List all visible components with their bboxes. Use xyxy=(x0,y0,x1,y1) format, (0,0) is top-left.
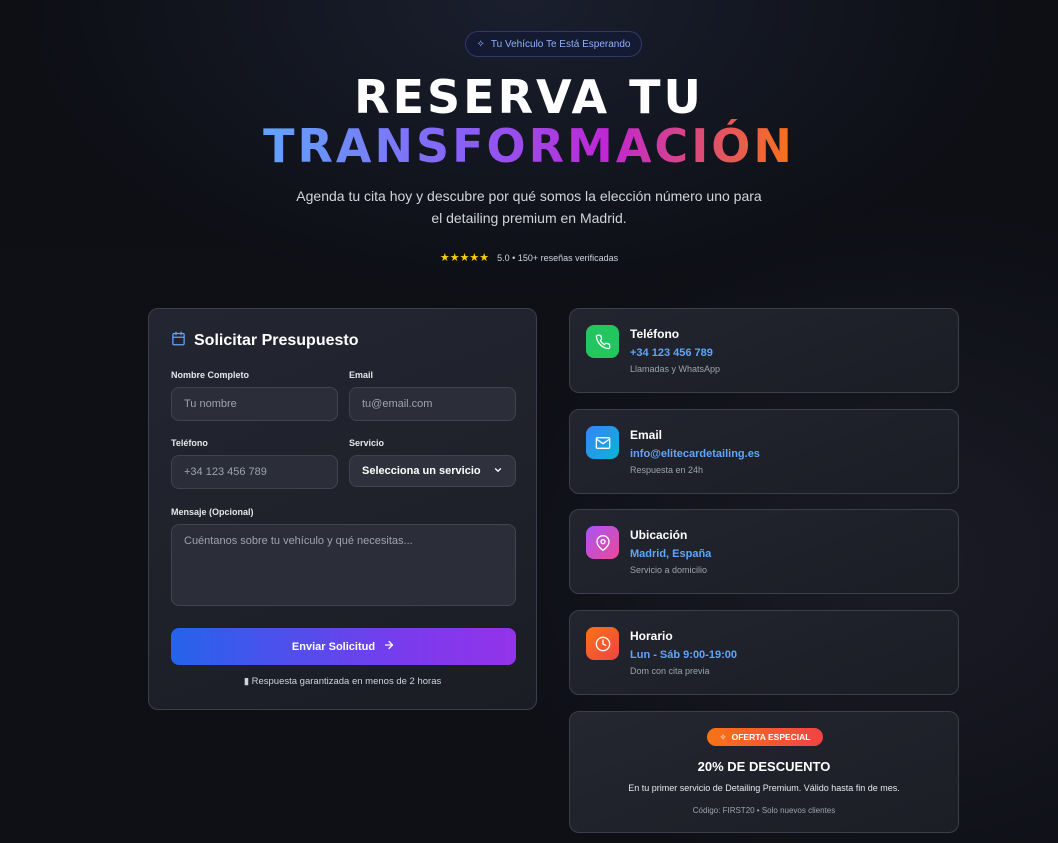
message-label: Mensaje (Opcional) xyxy=(171,507,254,517)
contact-title: Teléfono xyxy=(630,327,680,341)
contact-sub: Dom con cita previa xyxy=(630,666,710,676)
location-pin-icon xyxy=(586,526,619,559)
offer-title: 20% DE DESCUENTO xyxy=(697,759,831,774)
message-textarea[interactable]: Cuéntanos sobre tu vehículo y qué necesi… xyxy=(171,524,516,606)
email-input[interactable]: tu@email.com xyxy=(349,387,516,421)
contact-title: Ubicación xyxy=(630,528,688,542)
chevron-down-icon xyxy=(493,465,503,478)
offer-text: En tu primer servicio de Detailing Premi… xyxy=(628,783,900,793)
contact-card-location: Ubicación Madrid, España Servicio a domi… xyxy=(569,509,959,594)
service-label: Servicio xyxy=(349,438,385,448)
phone-input[interactable]: +34 123 456 789 xyxy=(171,455,338,489)
form-title: Solicitar Presupuesto xyxy=(171,331,359,351)
contact-card-email: Email info@elitecardetailing.es Respuest… xyxy=(569,409,959,494)
phone-link[interactable]: +34 123 456 789 xyxy=(630,347,713,359)
sparkles-icon: ✧ xyxy=(719,731,727,742)
email-label: Email xyxy=(349,370,374,380)
offer-badge: ✧ OFERTA ESPECIAL xyxy=(707,728,823,746)
offer-code: Código: FIRST20 • Solo nuevos clientes xyxy=(692,806,836,815)
special-offer-card: ✧ OFERTA ESPECIAL 20% DE DESCUENTO En tu… xyxy=(569,711,959,833)
service-selected: Selecciona un servicio xyxy=(362,465,481,477)
contact-title: Horario xyxy=(630,629,673,643)
rating-text: 5.0 • 150+ reseñas verificadas xyxy=(497,252,619,263)
response-note-text: Respuesta garantizada en menos de 2 hora… xyxy=(251,676,442,687)
page-title-line1: RESERVA TU xyxy=(354,70,704,124)
arrow-right-icon xyxy=(383,639,395,654)
page-title-line2: TRANSFORMACIÓN xyxy=(263,119,795,173)
email-link[interactable]: info@elitecardetailing.es xyxy=(630,448,760,460)
stars-icon: ★★★★★ xyxy=(439,252,490,264)
hours-value: Lun - Sáb 9:00-19:00 xyxy=(630,649,737,661)
location-link[interactable]: Madrid, España xyxy=(630,548,711,560)
rating: ★★★★★ 5.0 • 150+ reseñas verificadas xyxy=(0,251,1058,264)
page-subtitle: Agenda tu cita hoy y descubre por qué so… xyxy=(296,188,762,226)
sparkles-icon: ✧ xyxy=(476,38,485,50)
response-note: ▮ Respuesta garantizada en menos de 2 ho… xyxy=(149,676,536,687)
phone-label: Teléfono xyxy=(171,438,208,448)
form-title-text: Solicitar Presupuesto xyxy=(194,332,359,349)
tagline-text: Tu Vehículo Te Está Esperando xyxy=(490,38,631,50)
offer-badge-text: OFERTA ESPECIAL xyxy=(731,732,811,742)
clock-icon xyxy=(586,627,619,660)
mail-icon xyxy=(586,426,619,459)
submit-label: Enviar Solicitud xyxy=(291,640,376,653)
contact-title: Email xyxy=(630,428,663,442)
name-input[interactable]: Tu nombre xyxy=(171,387,338,421)
phone-icon xyxy=(586,325,619,358)
contact-card-phone: Teléfono +34 123 456 789 Llamadas y What… xyxy=(569,308,959,393)
submit-button[interactable]: Enviar Solicitud xyxy=(171,628,516,665)
tagline-badge: ✧ Tu Vehículo Te Está Esperando xyxy=(465,31,642,57)
service-select[interactable]: Selecciona un servicio xyxy=(349,455,516,487)
contact-card-hours: Horario Lun - Sáb 9:00-19:00 Dom con cit… xyxy=(569,610,959,695)
quote-form-card: Solicitar Presupuesto Nombre Completo Tu… xyxy=(148,308,537,710)
contact-sub: Llamadas y WhatsApp xyxy=(630,364,721,374)
contact-sub: Respuesta en 24h xyxy=(630,465,704,475)
phone-device-icon: ▮ xyxy=(243,676,249,687)
calendar-icon xyxy=(171,331,186,351)
contact-sub: Servicio a domicilio xyxy=(630,565,708,575)
name-label: Nombre Completo xyxy=(171,370,250,380)
